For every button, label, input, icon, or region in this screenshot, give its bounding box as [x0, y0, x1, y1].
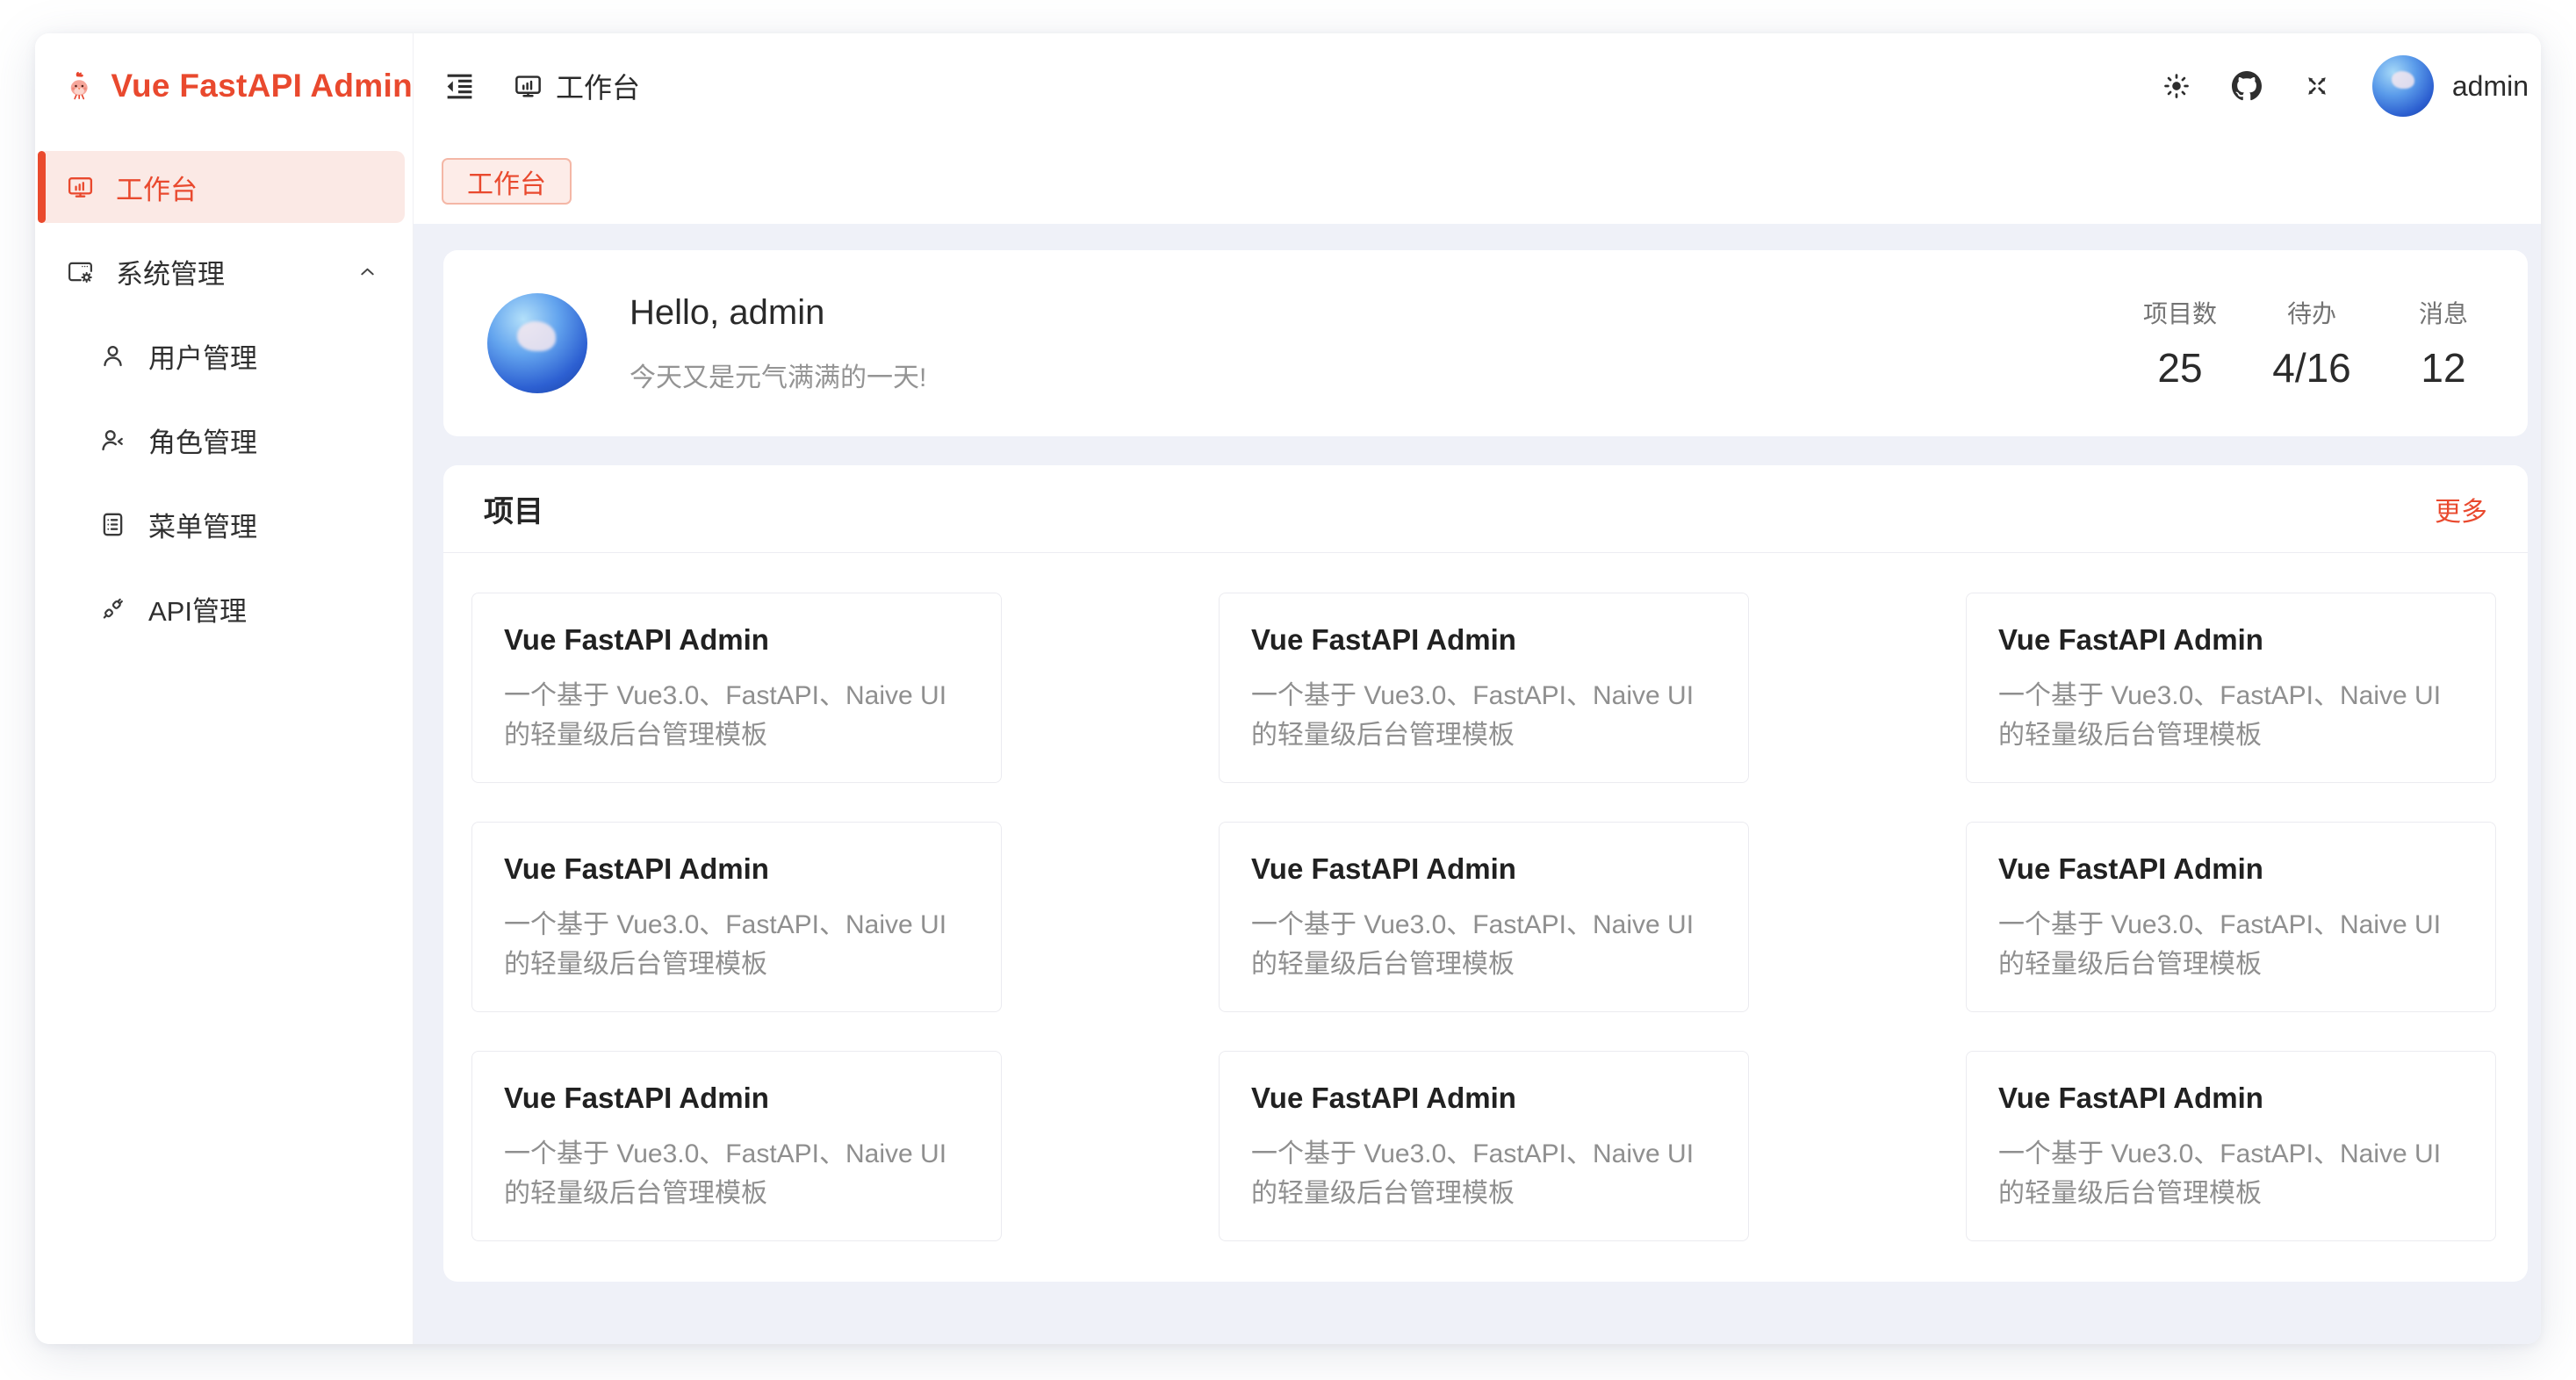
app-window: Vue FastAPI Admin 工作台 系统管理 用户管理 角色管理 — [35, 33, 2541, 1344]
project-card[interactable]: Vue FastAPI Admin 一个基于 Vue3.0、FastAPI、Na… — [1219, 593, 1749, 783]
fullscreen-button[interactable] — [2302, 71, 2332, 101]
avatar — [487, 293, 587, 393]
user-name: admin — [2452, 70, 2529, 103]
app-logo[interactable]: Vue FastAPI Admin — [35, 33, 413, 139]
project-card[interactable]: Vue FastAPI Admin 一个基于 Vue3.0、FastAPI、Na… — [471, 1051, 1002, 1241]
project-card[interactable]: Vue FastAPI Admin 一个基于 Vue3.0、FastAPI、Na… — [471, 822, 1002, 1012]
chick-logo-icon — [65, 57, 93, 115]
dashboard-monitor-icon — [66, 173, 95, 202]
sidebar-item-roles[interactable]: 角色管理 — [35, 404, 413, 476]
welcome-card: Hello, admin 今天又是元气满满的一天! 项目数 25 待办 4/16… — [443, 250, 2528, 436]
greeting-subtitle: 今天又是元气满满的一天! — [630, 356, 926, 394]
stat-projects: 项目数 25 — [2140, 295, 2220, 392]
fullscreen-icon — [2302, 71, 2332, 101]
projects-grid: Vue FastAPI Admin 一个基于 Vue3.0、FastAPI、Na… — [443, 553, 2528, 1241]
breadcrumb[interactable]: 工作台 — [513, 66, 640, 106]
user-menu[interactable]: admin — [2372, 55, 2529, 117]
project-card[interactable]: Vue FastAPI Admin 一个基于 Vue3.0、FastAPI、Na… — [1966, 1051, 2496, 1241]
sidebar: Vue FastAPI Admin 工作台 系统管理 用户管理 角色管理 — [35, 33, 414, 1344]
sidebar-item-label: API管理 — [148, 589, 247, 629]
chevron-up-icon — [356, 260, 379, 284]
tag-workbench[interactable]: 工作台 — [442, 158, 572, 205]
sidebar-item-label: 工作台 — [116, 168, 198, 207]
project-card[interactable]: Vue FastAPI Admin 一个基于 Vue3.0、FastAPI、Na… — [1219, 822, 1749, 1012]
user-icon — [98, 341, 127, 370]
top-header: 工作台 admin — [414, 33, 2541, 139]
projects-title: 项目 — [484, 487, 543, 530]
tag-bar: 工作台 — [414, 139, 2541, 224]
sun-icon — [2162, 71, 2191, 101]
sidebar-item-system[interactable]: 系统管理 — [35, 235, 413, 307]
more-link[interactable]: 更多 — [2435, 490, 2487, 528]
collapse-sidebar-icon[interactable] — [443, 70, 476, 103]
avatar — [2372, 55, 2434, 117]
api-plug-icon — [98, 594, 127, 623]
page-content: Hello, admin 今天又是元气满满的一天! 项目数 25 待办 4/16… — [414, 224, 2541, 1344]
sidebar-item-workbench[interactable]: 工作台 — [38, 151, 405, 223]
app-title: Vue FastAPI Admin — [111, 68, 413, 104]
stat-todos: 待办 4/16 — [2271, 295, 2352, 392]
sidebar-item-label: 系统管理 — [116, 252, 225, 291]
dashboard-monitor-icon — [513, 71, 543, 102]
breadcrumb-label: 工作台 — [556, 66, 640, 106]
sidebar-item-label: 角色管理 — [148, 420, 257, 460]
greeting-text: Hello, admin — [630, 293, 926, 333]
stats: 项目数 25 待办 4/16 消息 12 — [2140, 295, 2484, 392]
sidebar-item-label: 用户管理 — [148, 336, 257, 376]
system-window-gear-icon — [66, 257, 95, 286]
project-card[interactable]: Vue FastAPI Admin 一个基于 Vue3.0、FastAPI、Na… — [471, 593, 1002, 783]
sidebar-item-menus[interactable]: 菜单管理 — [35, 488, 413, 560]
sidebar-item-label: 菜单管理 — [148, 505, 257, 544]
stat-messages: 消息 12 — [2403, 295, 2484, 392]
sidebar-menu: 工作台 系统管理 用户管理 角色管理 菜单管理 API管理 — [35, 139, 413, 657]
role-user-arrow-icon — [98, 426, 127, 455]
project-card[interactable]: Vue FastAPI Admin 一个基于 Vue3.0、FastAPI、Na… — [1966, 593, 2496, 783]
project-card[interactable]: Vue FastAPI Admin 一个基于 Vue3.0、FastAPI、Na… — [1219, 1051, 1749, 1241]
menu-list-icon — [98, 510, 127, 539]
theme-toggle-button[interactable] — [2162, 71, 2191, 101]
sidebar-item-users[interactable]: 用户管理 — [35, 320, 413, 392]
sidebar-item-api[interactable]: API管理 — [35, 572, 413, 644]
github-link-button[interactable] — [2232, 71, 2262, 101]
main-area: 工作台 admin 工作台 — [414, 33, 2541, 1344]
github-icon — [2232, 71, 2262, 101]
projects-panel: 项目 更多 Vue FastAPI Admin 一个基于 Vue3.0、Fast… — [443, 465, 2528, 1282]
project-card[interactable]: Vue FastAPI Admin 一个基于 Vue3.0、FastAPI、Na… — [1966, 822, 2496, 1012]
